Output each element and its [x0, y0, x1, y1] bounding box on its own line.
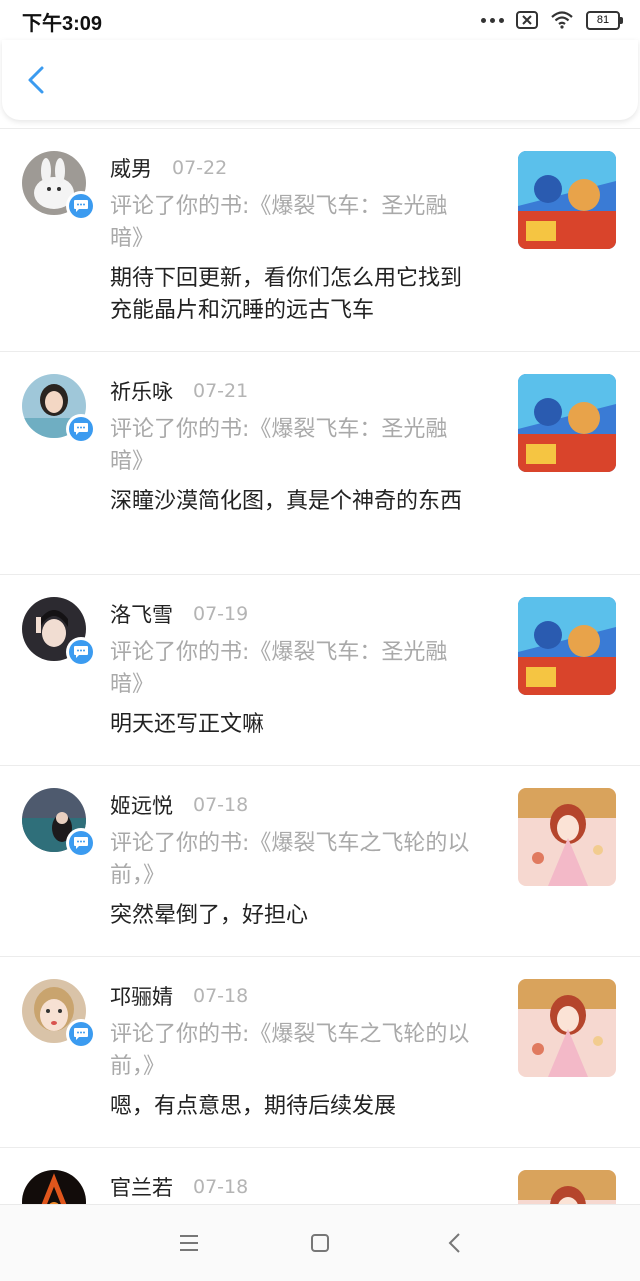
- status-icons: 81: [469, 8, 623, 32]
- date: 07-21: [193, 380, 249, 402]
- list-item[interactable]: 威男 07-22 评论了你的书:《爆裂飞车：圣光融暗》 期待下回更新，看你们怎么…: [0, 129, 640, 352]
- user-name[interactable]: 邛骊婧: [110, 981, 173, 1011]
- menu-icon: [180, 1235, 198, 1251]
- menu-button[interactable]: [174, 1228, 204, 1258]
- comment-summary: 评论了你的书:《爆裂飞车：圣光融暗》: [110, 640, 448, 697]
- comment-summary: 评论了你的书:《爆裂飞车之飞轮的以前，》: [110, 1022, 470, 1079]
- chevron-left-icon: [28, 66, 44, 94]
- more-dots-icon: [481, 17, 504, 23]
- list-item[interactable]: 洛飞雪 07-19 评论了你的书:《爆裂飞车：圣光融暗》 明天还写正文嘛: [0, 575, 640, 766]
- user-name[interactable]: 洛飞雪: [110, 599, 173, 629]
- book-cover[interactable]: [518, 374, 616, 472]
- comment-badge: [66, 828, 96, 858]
- date: 07-22: [172, 157, 228, 179]
- date: 07-19: [193, 603, 249, 625]
- comment-summary: 评论了你的书:《爆裂飞车：圣光融暗》: [110, 194, 448, 251]
- item-content: 邛骊婧 07-18 评论了你的书:《爆裂飞车之飞轮的以前，》 嗯，有点意思，期待…: [110, 981, 480, 1123]
- book-cover[interactable]: [518, 979, 616, 1077]
- date: 07-18: [193, 985, 249, 1007]
- item-content: 威男 07-22 评论了你的书:《爆裂飞车：圣光融暗》 期待下回更新，看你们怎么…: [110, 153, 480, 327]
- comment-badge: [66, 1019, 96, 1049]
- date: 07-18: [193, 794, 249, 816]
- battery-indicator: 81: [586, 10, 623, 30]
- comment-bubble-icon: [69, 1022, 93, 1046]
- avatar[interactable]: [22, 1170, 86, 1205]
- comment-text: 明天还写正文嘛: [110, 712, 265, 737]
- comment-text: 深瞳沙漠简化图，真是个神奇的东西: [110, 489, 463, 514]
- user-name[interactable]: 官兰若: [110, 1172, 173, 1202]
- comment-text: 期待下回更新，看你们怎么用它找到充能晶片和沉睡的远古飞车: [110, 266, 463, 323]
- user-name[interactable]: 姬远悦: [110, 790, 173, 820]
- comment-summary: 评论了你的书:《爆裂飞车：圣光融暗》: [110, 417, 448, 474]
- status-bar: 下午3:09 81: [0, 0, 640, 40]
- list-item[interactable]: 邛骊婧 07-18 评论了你的书:《爆裂飞车之飞轮的以前，》 嗯，有点意思，期待…: [0, 957, 640, 1148]
- item-content: 官兰若 07-18: [110, 1172, 480, 1202]
- list-item[interactable]: 姬远悦 07-18 评论了你的书:《爆裂飞车之飞轮的以前，》 突然晕倒了，好担心: [0, 766, 640, 957]
- user-name[interactable]: 威男: [110, 153, 152, 183]
- comment-bubble-icon: [69, 194, 93, 218]
- comment-text: 嗯，有点意思，期待后续发展: [110, 1094, 397, 1119]
- book-cover[interactable]: [518, 788, 616, 886]
- comment-badge: [66, 637, 96, 667]
- system-nav-bar: [0, 1204, 640, 1281]
- comment-bubble-icon: [69, 831, 93, 855]
- book-cover[interactable]: [518, 1170, 616, 1205]
- back-button[interactable]: [18, 60, 58, 100]
- wifi-icon: [551, 11, 573, 29]
- header: [2, 40, 638, 120]
- comment-bubble-icon: [69, 417, 93, 441]
- system-back-button[interactable]: [440, 1228, 470, 1258]
- item-content: 姬远悦 07-18 评论了你的书:《爆裂飞车之飞轮的以前，》 突然晕倒了，好担心: [110, 790, 480, 932]
- notification-list: 威男 07-22 评论了你的书:《爆裂飞车：圣光融暗》 期待下回更新，看你们怎么…: [0, 128, 640, 1205]
- comment-badge: [66, 191, 96, 221]
- comment-summary: 评论了你的书:《爆裂飞车之飞轮的以前，》: [110, 831, 470, 888]
- comment-text: 突然晕倒了，好担心: [110, 903, 309, 928]
- date: 07-18: [193, 1176, 249, 1198]
- book-cover[interactable]: [518, 151, 616, 249]
- book-cover[interactable]: [518, 597, 616, 695]
- status-time: 下午3:09: [22, 13, 103, 35]
- list-item[interactable]: 祈乐咏 07-21 评论了你的书:《爆裂飞车：圣光融暗》 深瞳沙漠简化图，真是个…: [0, 352, 640, 575]
- comment-bubble-icon: [69, 640, 93, 664]
- home-button[interactable]: [305, 1228, 335, 1258]
- list-item[interactable]: 官兰若 07-18: [0, 1148, 640, 1205]
- user-name[interactable]: 祈乐咏: [110, 376, 173, 406]
- item-content: 祈乐咏 07-21 评论了你的书:《爆裂飞车：圣光融暗》 深瞳沙漠简化图，真是个…: [110, 376, 480, 518]
- comment-badge: [66, 414, 96, 444]
- item-content: 洛飞雪 07-19 评论了你的书:《爆裂飞车：圣光融暗》 明天还写正文嘛: [110, 599, 480, 741]
- back-triangle-icon: [448, 1233, 460, 1253]
- no-sim-icon: [516, 11, 538, 29]
- home-square-icon: [311, 1234, 329, 1252]
